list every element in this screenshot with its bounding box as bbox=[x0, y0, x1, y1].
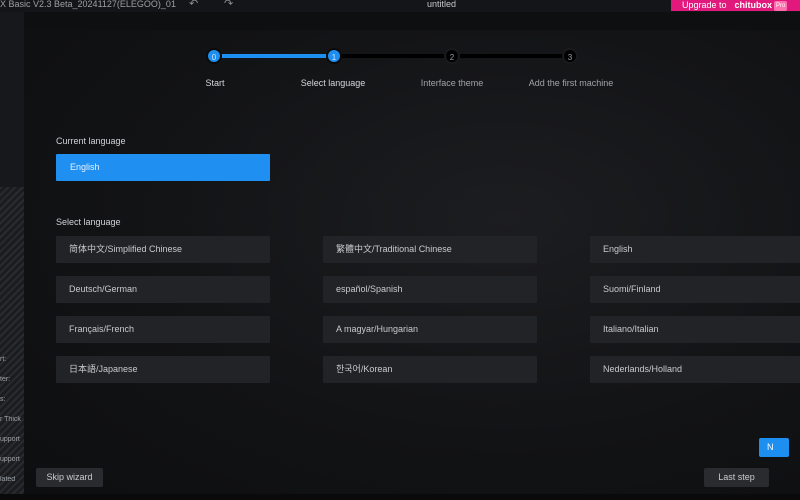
step-1-label: Select language bbox=[300, 78, 366, 88]
step-0-dot: 0 bbox=[206, 48, 222, 64]
bottom-edge bbox=[0, 494, 800, 500]
app-title: X Basic V2.3 Beta_20241127(ELEGOO)_01 bbox=[0, 0, 176, 9]
bg-label: lated bbox=[0, 476, 16, 483]
language-option-spanish[interactable]: español/Spanish bbox=[323, 276, 537, 303]
language-option-korean[interactable]: 한국어/Korean bbox=[323, 356, 537, 383]
upgrade-text: Upgrade to bbox=[682, 0, 727, 10]
select-language-heading: Select language bbox=[56, 217, 121, 227]
bg-label: r Thick bbox=[0, 416, 21, 423]
language-option-japanese[interactable]: 日本語/Japanese bbox=[56, 356, 270, 383]
step-0-label: Start bbox=[205, 78, 225, 88]
language-option-hungarian[interactable]: A magyar/Hungarian bbox=[323, 316, 537, 343]
language-option-italian[interactable]: Italiano/Italian bbox=[590, 316, 800, 343]
step-2-dot: 2 bbox=[444, 48, 460, 64]
pro-tag: Pro bbox=[774, 0, 788, 11]
next-label: N bbox=[767, 442, 774, 452]
bg-label: ter: bbox=[0, 376, 11, 383]
language-option-traditional-chinese[interactable]: 繁體中文/Traditional Chinese bbox=[323, 236, 537, 263]
language-option-english[interactable]: English bbox=[590, 236, 800, 263]
bg-label: upport bbox=[0, 456, 20, 463]
language-option-german[interactable]: Deutsch/German bbox=[56, 276, 270, 303]
wizard-stepper: 0 1 2 3 Start Select language Interface … bbox=[24, 30, 800, 120]
current-language-value: English bbox=[56, 154, 270, 181]
app-titlebar: X Basic V2.3 Beta_20241127(ELEGOO)_01 ↶ … bbox=[0, 0, 800, 12]
step-3-label: Add the first machine bbox=[528, 78, 614, 88]
document-title: untitled bbox=[427, 0, 457, 9]
bg-label: rt: bbox=[0, 356, 7, 363]
language-option-finnish[interactable]: Suomi/Finland bbox=[590, 276, 800, 303]
setup-wizard: 0 1 2 3 Start Select language Interface … bbox=[24, 30, 800, 500]
bg-label: upport bbox=[0, 436, 20, 443]
language-option-french[interactable]: Français/French bbox=[56, 316, 270, 343]
step-connector-done bbox=[214, 54, 334, 58]
skip-wizard-button[interactable]: Skip wizard bbox=[36, 468, 103, 487]
step-3-dot: 3 bbox=[562, 48, 578, 64]
step-2-label: Interface theme bbox=[420, 78, 484, 88]
step-1-dot: 1 bbox=[326, 48, 342, 64]
background-side-panel: rt: ter: s: r Thick upport upport lated bbox=[0, 12, 24, 500]
last-step-button[interactable]: Last step bbox=[704, 468, 769, 487]
build-plate-preview bbox=[0, 187, 24, 500]
upgrade-button[interactable]: Upgrade to chitubox Pro bbox=[671, 0, 800, 11]
undo-icon[interactable]: ↶ bbox=[189, 0, 198, 10]
bg-label: s: bbox=[0, 396, 6, 403]
upgrade-brand: chitubox bbox=[734, 0, 773, 10]
redo-icon[interactable]: ↷ bbox=[224, 0, 233, 10]
language-option-dutch[interactable]: Nederlands/Holland bbox=[590, 356, 800, 383]
current-language-heading: Current language bbox=[56, 136, 126, 146]
next-button[interactable]: N bbox=[759, 438, 789, 457]
language-option-simplified-chinese[interactable]: 简体中文/Simplified Chinese bbox=[56, 236, 270, 263]
